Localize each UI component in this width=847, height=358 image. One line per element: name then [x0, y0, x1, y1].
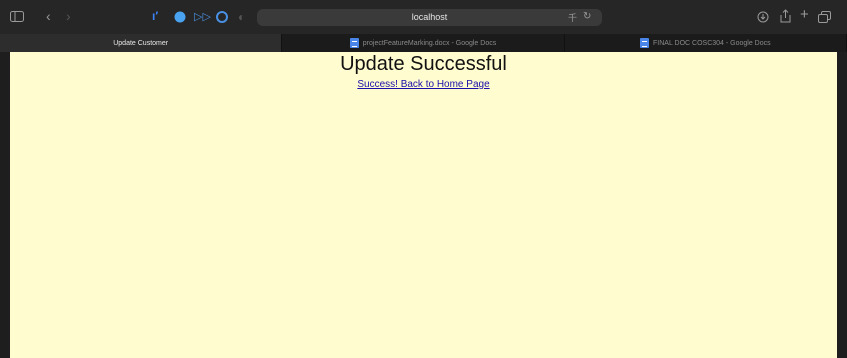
sidebar-toggle-icon[interactable]	[10, 11, 24, 24]
tab-label: projectFeatureMarking.docx - Google Docs	[362, 39, 497, 47]
home-page-link[interactable]: Success! Back to Home Page	[10, 79, 837, 90]
new-tab-icon[interactable]: +	[800, 7, 809, 22]
tab-2[interactable]: FINAL DOC COSC304 - Google Docs	[565, 34, 847, 52]
page-viewport: Update Successful Success! Back to Home …	[10, 52, 837, 358]
tab-bar: Update Customer projectFeatureMarking.doc…	[0, 34, 847, 52]
address-text: localhost	[411, 12, 448, 22]
reload-icon[interactable]: ↻	[583, 11, 591, 23]
record-extension-icon[interactable]	[174, 11, 186, 25]
forward-icon[interactable]: ›	[66, 9, 71, 23]
tab-1[interactable]: projectFeatureMarking.docx - Google Docs	[282, 34, 565, 52]
browser-toolbar: ‹ › ı′ ▷▷ ◐ localhost 千 ↻ +	[0, 0, 847, 34]
tab-overview-icon[interactable]	[818, 11, 831, 25]
tab-label: FINAL DOC COSC304 - Google Docs	[653, 39, 771, 47]
address-bar[interactable]: localhost 千 ↻	[257, 9, 602, 26]
back-icon[interactable]: ‹	[46, 9, 51, 23]
translate-icon[interactable]: 千	[568, 12, 577, 24]
circle-extension-icon[interactable]	[216, 11, 228, 25]
page-title: Update Successful	[340, 53, 507, 75]
tab-0[interactable]: Update Customer	[0, 34, 283, 52]
google-docs-icon	[349, 38, 359, 48]
downloads-icon[interactable]	[757, 11, 769, 25]
fast-forward-extension-icon[interactable]: ▷▷	[194, 11, 211, 23]
tab-label: Update Customer	[113, 39, 169, 47]
share-icon[interactable]	[780, 9, 791, 25]
extension-icon[interactable]: ı′	[152, 10, 158, 22]
google-docs-icon	[640, 38, 649, 48]
shield-icon[interactable]: ◐	[238, 11, 245, 23]
